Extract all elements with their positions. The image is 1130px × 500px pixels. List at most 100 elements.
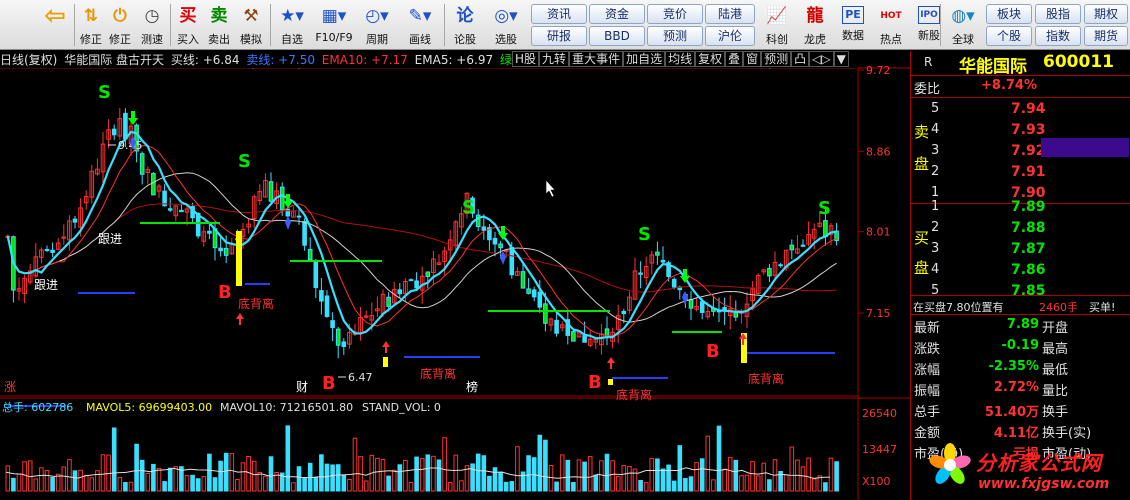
data-button[interactable]: PE 数据 [838,2,868,48]
candle-body[interactable] [767,267,772,277]
dropdown-arrow-icon[interactable]: ▼ [833,51,849,67]
candle-body[interactable] [582,335,587,343]
refresh-button[interactable]: ⇅ 修正 [78,2,104,48]
moving-average-button[interactable]: 均线 [665,51,696,67]
candle-body[interactable] [223,247,229,256]
futures-button[interactable]: 期货 [1084,26,1128,46]
f10-button[interactable]: ▦▾ F10/F9 [313,2,355,48]
overlay-button[interactable]: 叠 [725,51,744,67]
candle-body[interactable] [481,226,487,231]
expand-arrows-icon[interactable]: ◁▷ [809,51,834,67]
discuss-button[interactable]: 论 论股 [448,2,482,48]
star-market-button[interactable]: 📈 科创 [762,2,792,48]
candle-body[interactable] [44,249,50,252]
predict-button[interactable]: 预测 [761,51,792,67]
candle-body[interactable] [537,291,543,308]
candle-body[interactable] [268,181,274,202]
candle-body[interactable] [621,310,627,315]
candle-body[interactable] [503,249,509,252]
kline-chart[interactable]: 9.72 8.86 8.01 7.15 26540 13447 X100 9.45 6.47 跟进… [0,51,910,500]
candle-body[interactable] [520,271,526,289]
news-button[interactable]: 资讯 [531,4,587,24]
candle-body[interactable] [425,271,431,277]
candle-body[interactable] [397,289,403,295]
candle-body[interactable] [207,230,212,234]
index-button[interactable]: 指数 [1035,26,1081,46]
candle-body[interactable] [386,296,391,307]
research-button[interactable]: 研报 [531,26,587,46]
candle-body[interactable] [319,290,324,302]
h-share-button[interactable]: H股 [512,51,540,67]
candle-body[interactable] [492,237,498,245]
candle-body[interactable] [179,209,184,213]
candle-body[interactable] [543,303,548,324]
candle-body[interactable] [279,186,285,211]
candle-body[interactable] [151,172,156,196]
convex-button[interactable]: 凸 [791,51,810,67]
speed-test-button[interactable]: ◷ 测速 [138,2,166,48]
back-button[interactable]: ⇦ [38,2,72,48]
candle-body[interactable] [800,244,806,247]
sell-level-row[interactable]: 4 7.93 [911,119,1130,140]
candle-body[interactable] [302,220,307,246]
major-events-button[interactable]: 重大事件 [569,51,624,67]
candle-body[interactable] [604,328,610,337]
forecast-button[interactable]: 预测 [647,26,703,46]
simulate-button[interactable]: ⚒ 模拟 [237,2,265,48]
candle-body[interactable] [526,288,531,294]
buy-level-row[interactable]: 1 7.89 [911,196,1130,217]
buy-level-row[interactable]: 3 7.87 [911,238,1130,259]
candle-body[interactable] [638,272,643,275]
candle-body[interactable] [123,112,128,140]
candle-body[interactable] [655,251,660,256]
fix-button[interactable]: ⏻ 修正 [106,2,134,48]
individual-stock-button[interactable]: 个股 [986,26,1032,46]
select-stock-button[interactable]: ◎▾ 选股 [486,2,526,48]
fund-button[interactable]: 资金 [589,4,645,24]
candle-body[interactable] [778,264,783,267]
candle-body[interactable] [341,341,347,347]
candle-body[interactable] [688,298,694,309]
candle-body[interactable] [111,128,117,136]
add-watchlist-button[interactable]: 加自选 [623,51,666,67]
window-button[interactable]: 窗 [743,51,762,67]
options-button[interactable]: 期权 [1084,4,1128,24]
hk-connect-button[interactable]: 陆港 [705,4,755,24]
candle-body[interactable] [324,295,330,317]
period-button[interactable]: ◴▾ 周期 [358,2,396,48]
candle-body[interactable] [509,246,515,276]
candle-body[interactable] [313,261,319,289]
candle-body[interactable] [571,331,576,342]
candle-body[interactable] [554,319,559,334]
shanghai-london-button[interactable]: 沪伦 [705,26,755,46]
candle-body[interactable] [218,247,223,252]
stock-index-button[interactable]: 股指 [1035,4,1081,24]
candle-body[interactable] [167,208,173,211]
sector-button[interactable]: 板块 [986,4,1032,24]
buy-level-row[interactable]: 2 7.88 [911,217,1130,238]
dragon-tiger-button[interactable]: 龍 龙虎 [800,2,830,48]
candle-body[interactable] [296,215,302,218]
candle-body[interactable] [699,301,705,313]
hotspot-button[interactable]: HOT 热点 [876,2,906,48]
candle-body[interactable] [408,279,414,282]
candle-body[interactable] [414,280,419,289]
candle-body[interactable] [307,248,313,261]
adjust-button[interactable]: 复权 [695,51,726,67]
auction-button[interactable]: 竞价 [647,4,703,24]
bbd-button[interactable]: BBD [589,26,645,46]
candle-body[interactable] [660,259,666,263]
candle-body[interactable] [50,249,55,253]
candle-body[interactable] [531,289,537,298]
buy-level-row[interactable]: 4 7.86 [911,259,1130,280]
sell-level-row[interactable]: 5 7.94 [911,98,1130,119]
watchlist-button[interactable]: ★▾ 自选 [274,2,310,48]
global-button[interactable]: ◍▾ 全球 [944,2,982,48]
candle-body[interactable] [671,278,677,288]
candle-body[interactable] [139,153,145,175]
candle-body[interactable] [72,218,78,223]
buy-button[interactable]: 买 买入 [174,2,202,48]
candle-body[interactable] [335,328,341,346]
candle-body[interactable] [789,244,795,251]
candle-body[interactable] [498,243,503,249]
